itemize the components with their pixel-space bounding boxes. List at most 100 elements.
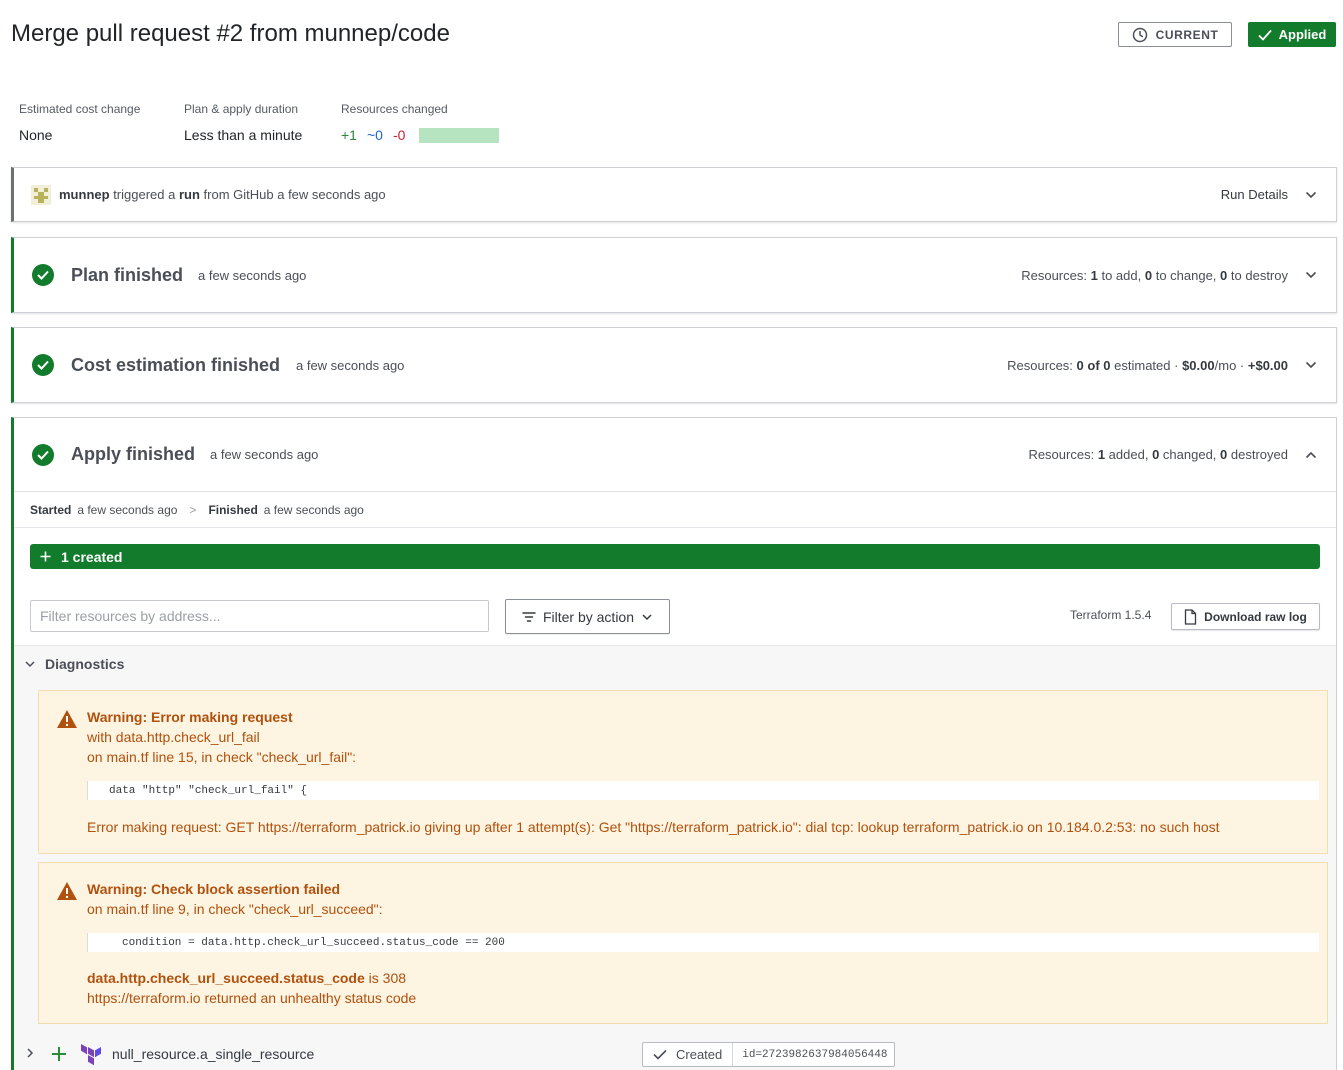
cost-resources-summary: Resources: 0 of 0 estimated · $0.00/mo ·…: [1007, 358, 1288, 373]
started-time: a few seconds ago: [77, 502, 178, 517]
check-icon: [653, 1049, 667, 1060]
changed-count: ~0: [366, 127, 383, 143]
user-avatar: [31, 185, 51, 205]
download-raw-log-label: Download raw log: [1204, 609, 1307, 624]
plan-add-count: 1: [1090, 267, 1098, 283]
apply-added-text: added,: [1108, 447, 1149, 462]
resource-status: Created: [643, 1043, 734, 1066]
destroyed-count: -0: [392, 127, 406, 143]
diagnostics-label: Diagnostics: [45, 656, 125, 672]
cost-monthly: $0.00: [1182, 357, 1215, 373]
cost-change-label: Estimated cost change: [19, 102, 141, 116]
cost-estimated-count: 0 of 0: [1076, 357, 1111, 373]
plan-change-count: 0: [1144, 267, 1153, 283]
apply-res-prefix: Resources:: [1028, 447, 1095, 462]
warning-icon: [57, 710, 77, 728]
plus-icon: [40, 551, 51, 562]
applied-label: Applied: [1278, 27, 1327, 42]
cost-delta: +$0.00: [1247, 357, 1288, 373]
warning-detail-bold: data.http.check_url_succeed.status_code: [87, 970, 365, 986]
apply-title: Apply finished: [71, 444, 196, 464]
warning-detail-rest: is 308: [364, 970, 407, 986]
cost-estimated-text: estimated ·: [1114, 357, 1179, 373]
resource-name: null_resource.a_single_resource: [112, 1046, 315, 1062]
trigger-user[interactable]: munnep: [59, 187, 110, 202]
chevron-down-icon[interactable]: [1304, 358, 1318, 372]
warning-title: Warning: Check block assertion failed: [87, 881, 341, 897]
success-check-icon: [32, 354, 54, 376]
trigger-run-link[interactable]: run: [179, 187, 200, 202]
check-icon: [1258, 29, 1272, 41]
warning-detail: Error making request: GET https://terraf…: [87, 819, 1220, 835]
warning-line: on main.tf line 15, in check "check_url_…: [87, 749, 357, 765]
chevron-down-icon[interactable]: [1304, 268, 1318, 282]
current-button[interactable]: CURRENT: [1118, 22, 1232, 47]
warning-detail: data.http.check_url_succeed.status_code …: [87, 970, 406, 986]
cost-title: Cost estimation finished: [71, 354, 281, 375]
cost-change-value: None: [19, 127, 53, 143]
apply-timeline: Started a few seconds ago > Finished a f…: [14, 492, 1336, 528]
plan-destroy-count: 0: [1220, 267, 1228, 283]
download-raw-log-button[interactable]: Download raw log: [1171, 603, 1320, 630]
filter-by-action-button[interactable]: Filter by action: [505, 599, 670, 634]
apply-time: a few seconds ago: [210, 447, 319, 462]
resource-status-label: Created: [676, 1047, 723, 1062]
warning-icon: [57, 882, 77, 900]
finished-label: Finished: [208, 502, 258, 517]
resource-id: id=2723982637984056448: [742, 1048, 888, 1061]
run-details-label[interactable]: Run Details: [1221, 187, 1288, 202]
warning-detail: https://terraform.io returned an unhealt…: [87, 990, 417, 1006]
duration-value: Less than a minute: [184, 127, 303, 143]
run-trigger-card[interactable]: munnep triggered a run from GitHub a few…: [11, 167, 1337, 222]
apply-added-count: 1: [1097, 447, 1106, 462]
clock-icon: [1132, 27, 1147, 42]
cost-estimation-card[interactable]: Cost estimation finished a few seconds a…: [11, 327, 1337, 403]
success-check-icon: [32, 264, 54, 286]
filter-icon: [522, 611, 536, 622]
apply-changed-count: 0: [1152, 447, 1160, 462]
filter-resources-input[interactable]: [30, 600, 489, 632]
cost-time: a few seconds ago: [296, 357, 405, 373]
apply-destroyed-text: destroyed: [1230, 447, 1288, 462]
resource-status-pill: Created id=2723982637984056448: [642, 1042, 895, 1067]
terraform-version: Terraform 1.5.4: [1070, 608, 1152, 622]
apply-destroyed-count: 0: [1220, 447, 1228, 462]
plan-finished-card[interactable]: Plan finished a few seconds ago Resource…: [11, 237, 1337, 313]
chevron-down-icon: [642, 613, 652, 620]
trigger-text-1: triggered a: [113, 187, 176, 202]
chevron-down-icon[interactable]: [1304, 188, 1318, 202]
chevron-down-icon: [25, 661, 35, 668]
success-check-icon: [32, 443, 54, 466]
plan-destroy-text: to destroy: [1230, 267, 1288, 283]
plan-add-text: to add,: [1101, 267, 1142, 283]
plan-resources-summary: Resources: 1 to add, 0 to change, 0 to d…: [1021, 268, 1288, 283]
plan-time: a few seconds ago: [198, 267, 307, 283]
chevron-up-icon[interactable]: [1304, 448, 1318, 462]
applied-badge[interactable]: Applied: [1248, 22, 1336, 47]
diagnostics-toggle[interactable]: Diagnostics: [24, 656, 124, 672]
cost-monthly-text: /mo ·: [1214, 357, 1245, 373]
apply-header[interactable]: Apply finished a few seconds ago Resourc…: [14, 418, 1336, 492]
resources-changed-summary: +1 ~0 -0: [341, 127, 500, 143]
warning-title: Warning: Error making request: [87, 709, 293, 725]
finished-time: a few seconds ago: [263, 502, 364, 517]
warning-card: Warning: Check block assertion failed on…: [38, 862, 1328, 1024]
duration-label: Plan & apply duration: [184, 102, 299, 116]
plus-icon: [52, 1047, 66, 1061]
warning-line: on main.tf line 9, in check "check_url_s…: [87, 901, 383, 917]
current-label: CURRENT: [1155, 27, 1219, 42]
warning-code-snippet: condition = data.http.check_url_succeed.…: [87, 933, 1319, 952]
resources-changed-label: Resources changed: [341, 102, 448, 116]
plan-change-text: to change,: [1155, 267, 1217, 283]
chevron-right-icon[interactable]: [24, 1047, 36, 1059]
apply-resources-summary: Resources: 1 added, 0 changed, 0 destroy…: [1028, 447, 1288, 462]
resources-changed-bar: [419, 127, 500, 143]
created-summary-bar[interactable]: 1 created: [30, 544, 1320, 569]
warning-code-snippet: data "http" "check_url_fail" {: [87, 781, 1319, 800]
added-count: +1: [341, 127, 357, 143]
plan-res-prefix: Resources:: [1021, 267, 1087, 283]
filter-by-action-label: Filter by action: [542, 608, 635, 625]
warning-card: Warning: Error making request with data.…: [38, 690, 1328, 854]
apply-changed-text: changed,: [1162, 447, 1217, 462]
started-label: Started: [30, 502, 72, 517]
